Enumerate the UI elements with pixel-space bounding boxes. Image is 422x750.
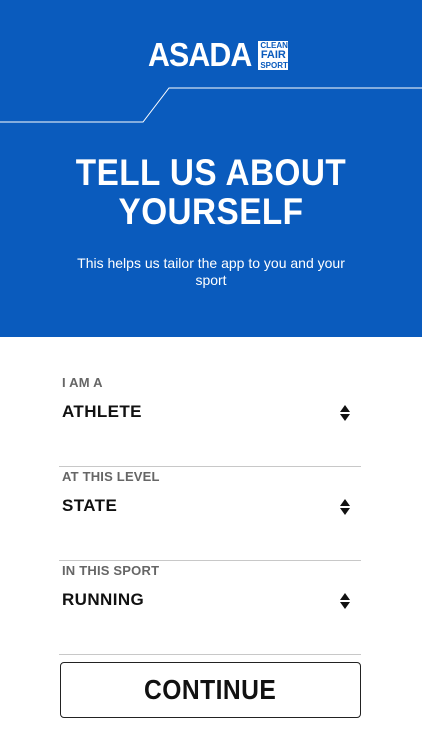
sort-arrows-icon[interactable] xyxy=(339,404,351,422)
level-select-value[interactable]: STATE xyxy=(62,496,117,516)
logo-tagline: CLEAN FAIR SPORT xyxy=(258,40,289,70)
sort-arrows-icon[interactable] xyxy=(339,592,351,610)
hero-banner: ASADA CLEAN FAIR SPORT TELL US ABOUT YOU… xyxy=(0,0,422,337)
decorative-line xyxy=(0,87,422,123)
level-select-label: AT THIS LEVEL xyxy=(62,469,160,484)
divider xyxy=(59,466,361,467)
page-subtitle: This helps us tailor the app to you and … xyxy=(77,255,345,288)
continue-button[interactable]: CONTINUE xyxy=(60,662,361,718)
divider xyxy=(59,654,361,655)
divider xyxy=(59,560,361,561)
sport-select[interactable]: IN THIS SPORT RUNNING xyxy=(59,563,361,655)
sport-select-value[interactable]: RUNNING xyxy=(62,590,144,610)
continue-button-label: CONTINUE xyxy=(144,674,277,705)
level-select[interactable]: AT THIS LEVEL STATE xyxy=(59,469,361,561)
asada-logo: ASADA CLEAN FAIR SPORT xyxy=(148,36,289,73)
page-title: TELL US ABOUT YOURSELF xyxy=(75,152,347,232)
role-select-label: I AM A xyxy=(62,375,103,390)
logo-wordmark: ASADA xyxy=(148,36,252,73)
sort-arrows-icon[interactable] xyxy=(339,498,351,516)
sport-select-label: IN THIS SPORT xyxy=(62,563,160,578)
role-select[interactable]: I AM A ATHLETE xyxy=(59,375,361,467)
role-select-value[interactable]: ATHLETE xyxy=(62,402,142,422)
